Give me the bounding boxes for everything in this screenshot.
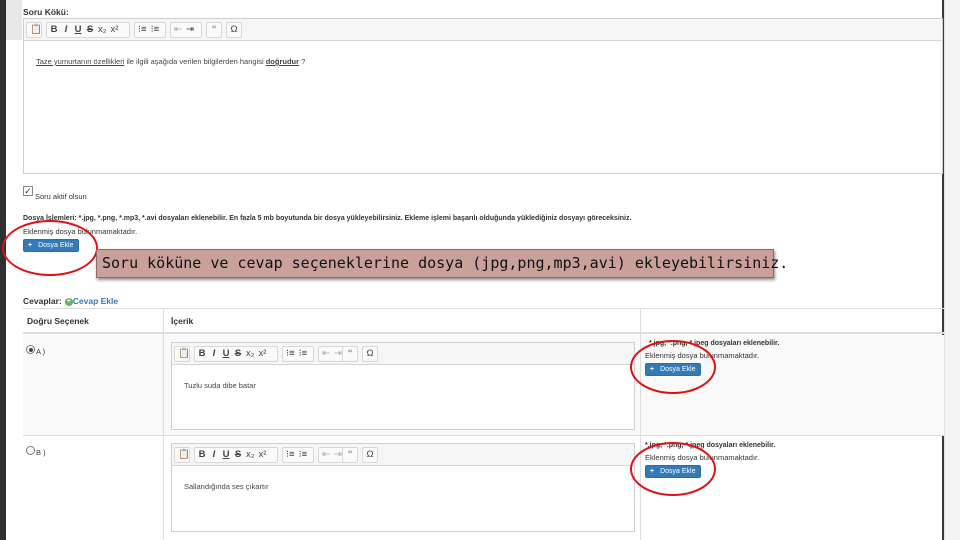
blockquote-group: ❝ — [342, 447, 358, 463]
highlight-oval-question — [2, 220, 98, 276]
add-answer-link[interactable]: Cevap Ekle — [73, 296, 118, 306]
active-checkbox[interactable]: ✓ — [23, 186, 33, 196]
option-a-editor[interactable]: 📋 B I U S x₂ x² ⁝≡ ⁝≡ ⇤ ⇥ ❝ Ω Tuzlu suda… — [171, 342, 635, 430]
question-text-emphasis: doğrudur — [265, 57, 300, 66]
question-text-middle: ile ilgili aşağıda verilen bilgilerden h… — [124, 57, 266, 66]
strike-button[interactable]: S — [86, 23, 94, 37]
question-text-suffix: ? — [299, 57, 306, 66]
left-window-edge — [0, 0, 6, 540]
format-group: B I U S x₂ x² — [194, 346, 278, 362]
left-panel-edge — [6, 0, 22, 40]
subscript-button[interactable]: x₂ — [246, 448, 254, 462]
special-char-group: Ω — [362, 447, 378, 463]
format-group: B I U S x₂ x² — [194, 447, 278, 463]
bullet-list-icon[interactable]: ⁝≡ — [299, 448, 308, 462]
file-operations-rules: *.jpg, *.png, *.mp3, *.avi dosyaları ekl… — [76, 215, 632, 222]
indent-icon[interactable]: ⇥ — [334, 347, 342, 361]
italic-button[interactable]: I — [62, 23, 70, 37]
paste-button[interactable]: 📋 — [174, 447, 190, 463]
paste-button[interactable]: 📋 — [26, 22, 42, 38]
list-group: ⁝≡ ⁝≡ — [282, 447, 314, 463]
table-row: A ) 📋 B I U S x₂ x² ⁝≡ ⁝≡ ⇤ ⇥ ❝ Ω Tuzlu … — [23, 335, 944, 436]
numbered-list-icon[interactable]: ⁝≡ — [286, 448, 295, 462]
superscript-button[interactable]: x² — [258, 347, 266, 361]
active-label: Soru aktif olsun — [35, 192, 87, 201]
scrollbar[interactable] — [944, 0, 960, 540]
bullet-list-icon[interactable]: ⁝≡ — [299, 347, 308, 361]
underline-button[interactable]: U — [222, 448, 230, 462]
clipboard-icon: 📋 — [178, 449, 190, 460]
strike-button[interactable]: S — [234, 448, 242, 462]
option-b-text: Sallandığında ses çıkartır — [184, 482, 269, 491]
highlight-oval-option-a — [630, 340, 716, 394]
strike-button[interactable]: S — [234, 347, 242, 361]
answers-label: Cevaplar: — [23, 296, 62, 306]
indent-group: ⇤ ⇥ — [170, 22, 202, 38]
numbered-list-icon[interactable]: ⁝≡ — [138, 23, 147, 37]
blockquote-group: ❝ — [206, 22, 222, 38]
special-char-group: Ω — [362, 346, 378, 362]
numbered-list-icon[interactable]: ⁝≡ — [286, 347, 295, 361]
omega-icon[interactable]: Ω — [366, 347, 374, 361]
question-editor[interactable]: 📋 B I U S x₂ x² ⁝≡ ⁝≡ ⇤ ⇥ ❝ Ω Taze yumur… — [23, 18, 943, 174]
question-text: Taze yumurtanın özellikleri ile ilgili a… — [36, 57, 305, 66]
format-group: B I U S x₂ x² — [46, 22, 130, 38]
option-a-label: A ) — [36, 347, 46, 356]
file-operations-info: Dosya İşlemleri: *.jpg, *.png, *.mp3, *.… — [23, 215, 631, 222]
blockquote-icon[interactable]: ❝ — [346, 448, 354, 462]
blockquote-icon[interactable]: ❝ — [346, 347, 354, 361]
option-a-radio[interactable] — [26, 345, 35, 354]
blockquote-group: ❝ — [342, 346, 358, 362]
col-correct-header: Doğru Seçenek — [27, 316, 89, 326]
bold-button[interactable]: B — [198, 448, 206, 462]
question-text-prefix: Taze yumurtanın özellikleri — [36, 57, 125, 66]
column-divider — [640, 309, 641, 540]
option-b-radio[interactable] — [26, 446, 35, 455]
list-group: ⁝≡ ⁝≡ — [282, 346, 314, 362]
omega-icon[interactable]: Ω — [230, 23, 238, 37]
answers-header: Cevaplar: + Cevap Ekle — [23, 296, 118, 306]
special-char-group: Ω — [226, 22, 242, 38]
superscript-button[interactable]: x² — [258, 448, 266, 462]
option-b-editor[interactable]: 📋 B I U S x₂ x² ⁝≡ ⁝≡ ⇤ ⇥ ❝ Ω Sallandığı… — [171, 443, 635, 532]
paste-button[interactable]: 📋 — [174, 346, 190, 362]
table-header: Doğru Seçenek İçerik — [23, 309, 944, 334]
superscript-button[interactable]: x² — [110, 23, 118, 37]
subscript-button[interactable]: x₂ — [98, 23, 106, 37]
italic-button[interactable]: I — [210, 448, 218, 462]
underline-button[interactable]: U — [74, 23, 82, 37]
outdent-icon[interactable]: ⇤ — [322, 347, 330, 361]
blockquote-icon[interactable]: ❝ — [210, 23, 218, 37]
add-answer-icon[interactable]: + — [64, 297, 73, 306]
underline-button[interactable]: U — [222, 347, 230, 361]
option-a-text: Tuzlu suda dibe batar — [184, 381, 256, 390]
col-content-header: İçerik — [171, 316, 194, 326]
editor-toolbar: 📋 B I U S x₂ x² ⁝≡ ⁝≡ ⇤ ⇥ ❝ Ω — [172, 343, 634, 365]
question-label: Soru Kökü: — [23, 7, 69, 17]
info-callout: Soru köküne ve cevap seçeneklerine dosya… — [96, 249, 788, 278]
option-a-content[interactable]: Tuzlu suda dibe batar — [172, 365, 634, 429]
italic-button[interactable]: I — [210, 347, 218, 361]
column-divider — [163, 309, 164, 540]
outdent-icon[interactable]: ⇤ — [174, 23, 182, 37]
option-b-label: B ) — [36, 448, 46, 457]
bold-button[interactable]: B — [50, 23, 58, 37]
indent-icon[interactable]: ⇥ — [334, 448, 342, 462]
bullet-list-icon[interactable]: ⁝≡ — [151, 23, 160, 37]
clipboard-icon: 📋 — [30, 24, 42, 35]
question-content[interactable]: Taze yumurtanın özellikleri ile ilgili a… — [24, 41, 942, 173]
editor-toolbar: 📋 B I U S x₂ x² ⁝≡ ⁝≡ ⇤ ⇥ ❝ Ω — [24, 19, 942, 41]
option-b-content[interactable]: Sallandığında ses çıkartır — [172, 466, 634, 531]
editor-toolbar: 📋 B I U S x₂ x² ⁝≡ ⁝≡ ⇤ ⇥ ❝ Ω — [172, 444, 634, 466]
subscript-button[interactable]: x₂ — [246, 347, 254, 361]
bold-button[interactable]: B — [198, 347, 206, 361]
clipboard-icon: 📋 — [178, 348, 190, 359]
answers-table: Doğru Seçenek İçerik A ) 📋 B I U S x₂ x²… — [23, 308, 944, 540]
outdent-icon[interactable]: ⇤ — [322, 448, 330, 462]
indent-icon[interactable]: ⇥ — [186, 23, 194, 37]
table-row: B ) 📋 B I U S x₂ x² ⁝≡ ⁝≡ ⇤ ⇥ ❝ Ω Sallan… — [23, 436, 944, 540]
omega-icon[interactable]: Ω — [366, 448, 374, 462]
list-group: ⁝≡ ⁝≡ — [134, 22, 166, 38]
highlight-oval-option-b — [630, 442, 716, 496]
